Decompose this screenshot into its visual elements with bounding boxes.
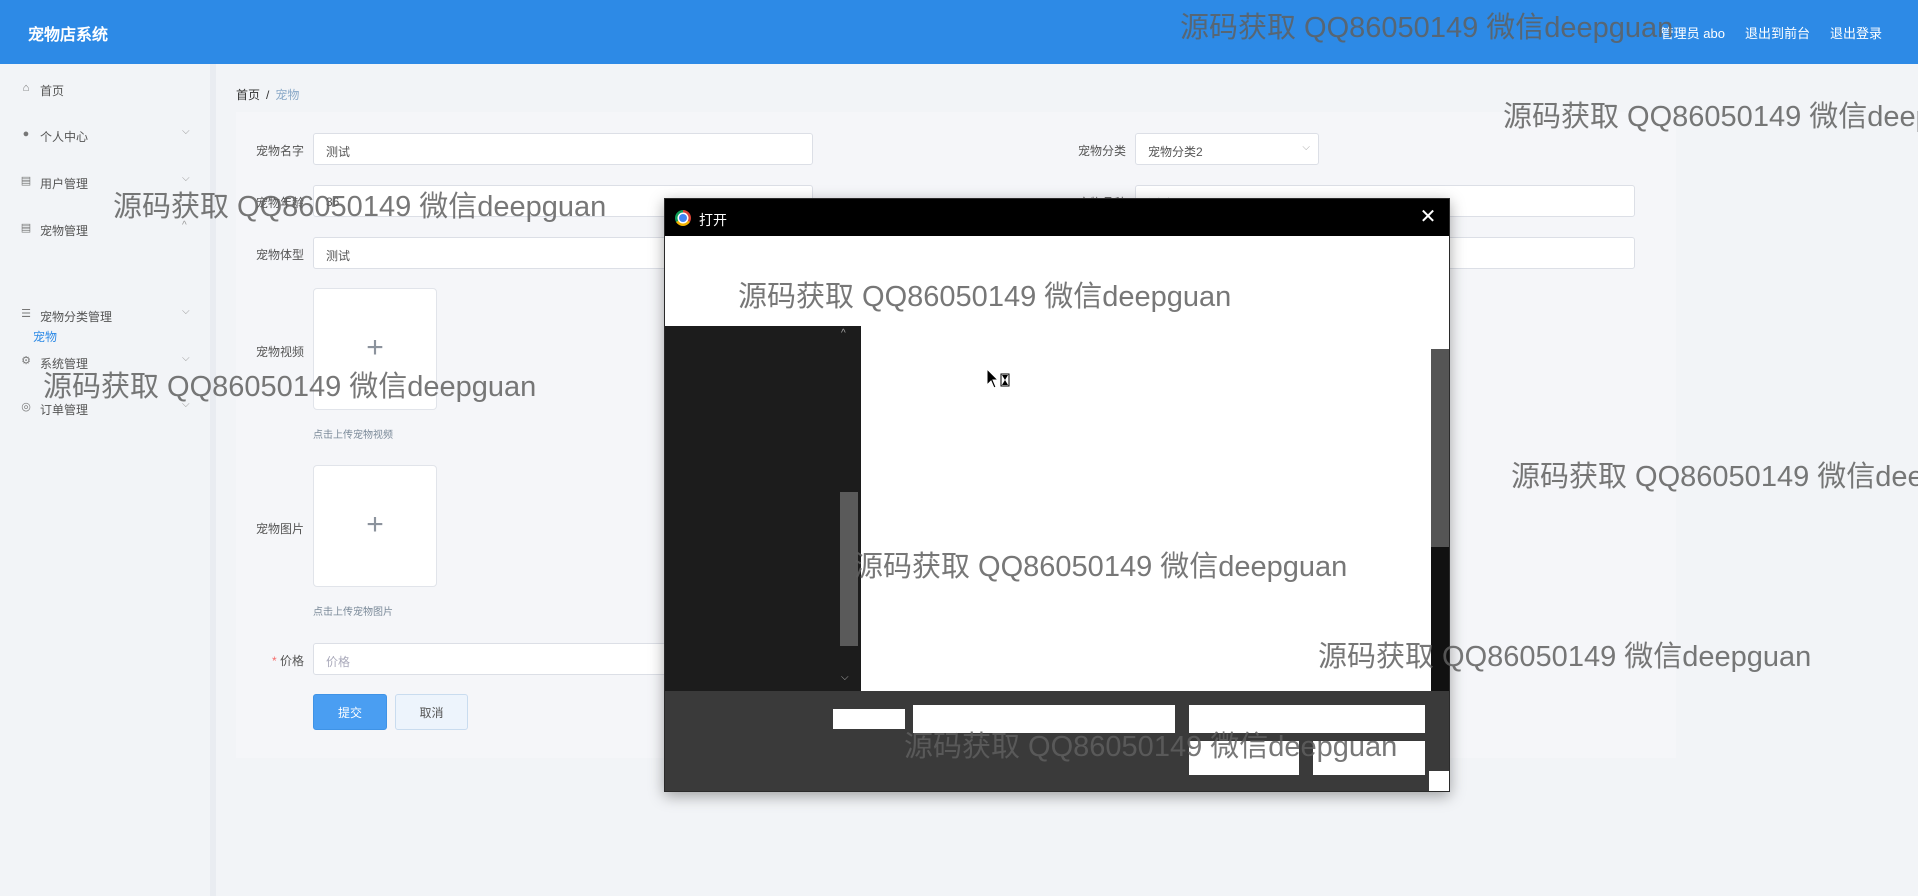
sidebar-item-label: 系统管理 bbox=[40, 357, 89, 371]
busy-cursor-icon bbox=[986, 368, 1010, 389]
sidebar-item-pet-categories[interactable]: ☰ 宠物分类管理 ⌵ bbox=[0, 304, 210, 328]
sidebar-item-pets[interactable]: ▤ 宠物管理 ^ bbox=[0, 218, 210, 242]
image-upload-hint: 点击上传宠物图片 bbox=[313, 607, 393, 618]
video-upload-box[interactable]: + bbox=[313, 288, 437, 410]
user-icon: ● bbox=[22, 128, 30, 140]
dialog-file-list[interactable] bbox=[861, 326, 1449, 691]
price-label-text: 价格 bbox=[279, 654, 304, 668]
video-upload-hint: 点击上传宠物视频 bbox=[313, 430, 393, 441]
clipboard-icon: ▤ bbox=[20, 222, 32, 234]
sidebar-item-label: 订单管理 bbox=[40, 403, 89, 417]
filetype-select[interactable] bbox=[1189, 705, 1425, 733]
pet-category-select[interactable]: 宠物分类2 ⌵ bbox=[1135, 133, 1319, 165]
chevron-up-icon: ^ bbox=[182, 220, 187, 231]
sidebar-item-label: 宠物管理 bbox=[40, 224, 89, 238]
list-icon: ☰ bbox=[21, 308, 31, 320]
file-list-scrollbar-thumb[interactable] bbox=[1431, 349, 1449, 547]
chevron-down-icon: ⌵ bbox=[182, 399, 190, 410]
pet-age-label: 宠物年龄 bbox=[255, 196, 304, 210]
sidebar-item-home[interactable]: ⌂ 首页 bbox=[0, 78, 210, 102]
close-icon[interactable]: ✕ bbox=[1415, 204, 1441, 230]
clipboard-icon: ▤ bbox=[20, 175, 32, 187]
pet-category-value: 宠物分类2 bbox=[1148, 145, 1203, 159]
pet-video-label: 宠物视频 bbox=[255, 345, 304, 359]
resize-grip[interactable] bbox=[1429, 771, 1449, 791]
chevron-down-icon: ⌵ bbox=[182, 353, 190, 364]
gear-icon: ⚙ bbox=[21, 355, 31, 367]
pet-image-label: 宠物图片 bbox=[255, 522, 304, 536]
submit-button[interactable]: 提交 bbox=[313, 694, 387, 730]
breadcrumb-home[interactable]: 首页 bbox=[236, 88, 260, 102]
pet-name-label: 宠物名字 bbox=[255, 144, 304, 158]
required-asterisk: * bbox=[271, 654, 277, 668]
chrome-logo-icon bbox=[675, 210, 691, 226]
sidebar-item-label: 用户管理 bbox=[40, 177, 89, 191]
open-file-dialog: 打开 ✕ ^ ⌵ bbox=[664, 198, 1450, 792]
exit-to-front-link[interactable]: 退出到前台 bbox=[1745, 23, 1810, 42]
breadcrumb-current: 宠物 bbox=[275, 88, 300, 102]
compass-icon: ◎ bbox=[21, 401, 31, 413]
price-label: * 价格 bbox=[224, 652, 304, 669]
app-title: 宠物店系统 bbox=[28, 27, 109, 44]
plus-icon: + bbox=[366, 508, 384, 541]
dialog-cancel-button[interactable] bbox=[1313, 741, 1425, 775]
cancel-button[interactable]: 取消 bbox=[395, 694, 468, 730]
chevron-down-icon: ⌵ bbox=[182, 173, 190, 184]
filename-input[interactable] bbox=[913, 705, 1175, 733]
pet-name-input[interactable]: 测试 bbox=[313, 133, 813, 165]
header-actions: 管理员 abo 退出到前台 退出登录 bbox=[1661, 23, 1882, 42]
admin-user-label: 管理员 abo bbox=[1660, 26, 1725, 41]
sidebar-item-label: 首页 bbox=[40, 84, 65, 98]
scroll-down-icon[interactable]: ⌵ bbox=[841, 672, 849, 683]
breadcrumb-separator: / bbox=[266, 88, 270, 102]
sidebar-subitem-pet[interactable]: 宠物 bbox=[33, 328, 57, 345]
chevron-down-icon: ⌵ bbox=[182, 306, 190, 317]
sidebar-item-system[interactable]: ⚙ 系统管理 ⌵ bbox=[0, 351, 210, 375]
open-button[interactable] bbox=[1189, 741, 1299, 775]
sidebar-item-orders[interactable]: ◎ 订单管理 ⌵ bbox=[0, 397, 210, 421]
dialog-navigation-pane[interactable]: ^ ⌵ bbox=[665, 326, 861, 691]
top-header: 宠物店系统 管理员 abo 退出到前台 退出登录 bbox=[0, 0, 1918, 64]
chevron-down-icon: ⌵ bbox=[182, 126, 190, 137]
sidebar-item-label: 宠物分类管理 bbox=[40, 310, 113, 324]
dialog-title: 打开 bbox=[699, 212, 727, 228]
dialog-titlebar: 打开 ✕ bbox=[665, 199, 1449, 236]
chevron-down-icon: ⌵ bbox=[1302, 142, 1310, 153]
breadcrumb: 首页 / 宠物 bbox=[236, 86, 299, 103]
logout-link[interactable]: 退出登录 bbox=[1830, 23, 1882, 42]
nav-scrollbar-thumb[interactable] bbox=[840, 492, 858, 646]
sidebar: ⌂ 首页 ● 个人中心 ⌵ ▤ 用户管理 ⌵ ▤ 宠物管理 ^ 宠物 ☰ 宠物分… bbox=[0, 64, 216, 896]
filename-label bbox=[833, 709, 905, 729]
image-upload-box[interactable]: + bbox=[313, 465, 437, 587]
scroll-up-icon[interactable]: ^ bbox=[841, 328, 846, 339]
plus-icon: + bbox=[366, 331, 384, 364]
pet-category-label: 宠物分类 bbox=[1077, 144, 1126, 158]
sidebar-item-label: 个人中心 bbox=[40, 130, 89, 144]
home-icon: ⌂ bbox=[22, 82, 30, 94]
dialog-toolbar-area bbox=[665, 236, 1449, 326]
sidebar-item-users[interactable]: ▤ 用户管理 ⌵ bbox=[0, 171, 210, 195]
dialog-footer bbox=[665, 691, 1449, 791]
pet-body-label: 宠物体型 bbox=[255, 248, 304, 262]
sidebar-item-profile[interactable]: ● 个人中心 ⌵ bbox=[0, 124, 210, 148]
